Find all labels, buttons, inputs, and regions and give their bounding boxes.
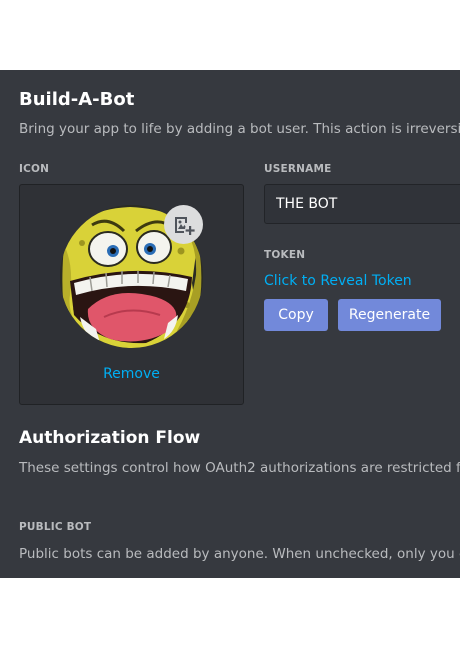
copy-token-button[interactable]: Copy xyxy=(264,299,328,331)
icon-label: ICON xyxy=(19,163,50,175)
reveal-token-link[interactable]: Click to Reveal Token xyxy=(264,273,412,289)
username-label: USERNAME xyxy=(264,163,332,175)
public-bot-label: PUBLIC BOT xyxy=(19,521,92,533)
bot-section-title: Build-A-Bot xyxy=(19,89,135,110)
bot-section-description: Bring your app to life by adding a bot u… xyxy=(19,121,460,137)
add-image-icon[interactable] xyxy=(164,205,203,244)
username-input[interactable] xyxy=(264,184,460,224)
token-label: TOKEN xyxy=(264,249,306,261)
public-bot-description: Public bots can be added by anyone. When… xyxy=(19,546,460,562)
bot-settings-panel: Build-A-Bot Bring your app to life by ad… xyxy=(0,70,460,578)
icon-uploader[interactable]: Remove xyxy=(19,184,244,405)
regenerate-token-button[interactable]: Regenerate xyxy=(338,299,441,331)
remove-icon-link[interactable]: Remove xyxy=(20,366,243,382)
authorization-flow-title: Authorization Flow xyxy=(19,428,201,448)
authorization-flow-description: These settings control how OAuth2 author… xyxy=(19,460,460,476)
